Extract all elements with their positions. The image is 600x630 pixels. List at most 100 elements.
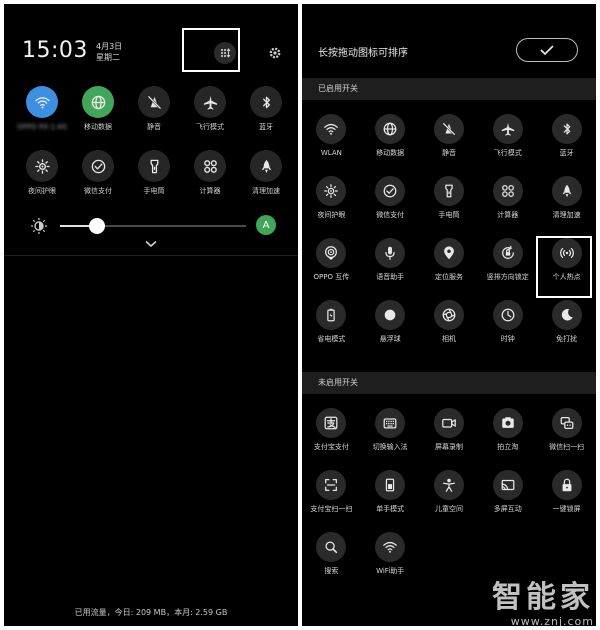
toggle-button[interactable] (316, 408, 347, 438)
toggle-button[interactable] (316, 114, 347, 144)
toggle-button[interactable] (375, 470, 406, 500)
toggle-label: 免打扰 (556, 335, 578, 343)
sortable-toggle-flashlight[interactable]: 手电筒 (420, 176, 479, 238)
sortable-toggle-globe[interactable]: 移动数据 (361, 114, 420, 176)
toggle-button[interactable] (551, 114, 582, 144)
toggle-button[interactable] (316, 238, 347, 268)
quick-toggle-wechat-pay[interactable]: 微信支付 (70, 150, 126, 196)
toggle-button[interactable] (492, 470, 523, 500)
toggle-button[interactable] (375, 532, 406, 562)
toggle-button[interactable] (433, 238, 464, 268)
sortable-toggle-mute[interactable]: 静音 (420, 114, 479, 176)
toggle-button[interactable] (194, 150, 226, 182)
auto-brightness-button[interactable]: A (256, 215, 276, 235)
sortable-toggle-wifi-assist[interactable]: WiFi助手 (361, 532, 420, 594)
toggle-button[interactable] (316, 300, 347, 330)
sortable-toggle-keyboard[interactable]: 切换输入法 (361, 408, 420, 470)
sortable-toggle-alipay[interactable]: 支付宝支付 (302, 408, 361, 470)
sortable-toggle-battery[interactable]: 省电模式 (302, 300, 361, 362)
settings-button[interactable] (266, 44, 284, 62)
done-button[interactable] (516, 38, 578, 62)
toggle-button[interactable] (433, 176, 464, 206)
sortable-toggle-location[interactable]: 定位服务 (420, 238, 479, 300)
toggle-button[interactable] (316, 532, 347, 562)
toggle-button[interactable] (316, 176, 347, 206)
sortable-toggle-rotation-lock[interactable]: 竖排方向锁定 (478, 238, 537, 300)
sortable-toggle-share[interactable]: OPPO 互传 (302, 238, 361, 300)
sortable-toggle-hotspot[interactable]: 个人热点 (537, 238, 596, 300)
toggle-button[interactable] (138, 86, 170, 118)
sort-instructions: 长按拖动图标可排序 (318, 48, 408, 59)
toggle-button[interactable] (375, 114, 406, 144)
lock-icon (559, 477, 575, 493)
toggle-button[interactable] (316, 470, 347, 500)
sortable-toggle-one-hand[interactable]: 单手模式 (361, 470, 420, 532)
sortable-toggle-bluetooth[interactable]: 蓝牙 (537, 114, 596, 176)
toggle-button[interactable] (26, 150, 58, 182)
sortable-toggle-calculator[interactable]: 计算器 (478, 176, 537, 238)
quick-toggle-eye-care[interactable]: 夜间护眼 (14, 150, 70, 196)
toggle-button[interactable] (551, 238, 582, 268)
sortable-toggle-cast[interactable]: 多屏互动 (478, 470, 537, 532)
quick-toggle-flashlight[interactable]: 手电筒 (126, 150, 182, 196)
toggle-button[interactable] (375, 238, 406, 268)
toggle-button[interactable] (492, 408, 523, 438)
toggle-button[interactable] (250, 150, 282, 182)
toggle-button[interactable] (194, 86, 226, 118)
toggle-button[interactable] (492, 114, 523, 144)
toggle-label: 计算器 (199, 187, 221, 195)
brightness-control: A (30, 214, 280, 238)
toggle-label: 时钟 (500, 335, 515, 343)
quick-toggle-airplane[interactable]: 飞行模式 (182, 86, 238, 132)
quick-toggle-calculator[interactable]: 计算器 (182, 150, 238, 196)
quick-toggle-mute[interactable]: 静音 (126, 86, 182, 132)
toggle-button[interactable] (433, 300, 464, 330)
toggle-button[interactable] (375, 176, 406, 206)
toggle-label: 搜索 (324, 567, 339, 575)
sortable-toggle-search[interactable]: 搜索 (302, 532, 361, 594)
quick-toggle-rocket[interactable]: 清理加速 (238, 150, 294, 196)
toggle-label: 省电模式 (317, 335, 346, 343)
toggle-button[interactable] (551, 300, 582, 330)
sortable-toggle-wifi[interactable]: WLAN (302, 114, 361, 176)
toggle-button[interactable] (26, 86, 58, 118)
sortable-toggle-screen-record[interactable]: 屏幕录制 (420, 408, 479, 470)
sortable-toggle-moon[interactable]: 免打扰 (537, 300, 596, 362)
toggle-button[interactable] (375, 300, 406, 330)
toggle-button[interactable] (82, 86, 114, 118)
toggle-label: 微信扫一扫 (549, 443, 585, 451)
toggle-button[interactable] (433, 470, 464, 500)
toggle-button[interactable] (492, 300, 523, 330)
toggle-button[interactable] (375, 408, 406, 438)
quick-toggle-bluetooth[interactable]: 蓝牙 (238, 86, 294, 132)
sortable-toggle-wechat-pay[interactable]: 微信支付 (361, 176, 420, 238)
toggle-button[interactable] (551, 408, 582, 438)
sort-toggles-button[interactable] (214, 42, 236, 64)
toggle-button[interactable] (492, 176, 523, 206)
brightness-slider-thumb[interactable] (89, 218, 106, 234)
sortable-toggle-kid[interactable]: 儿童空间 (420, 470, 479, 532)
toggle-button[interactable] (82, 150, 114, 182)
sortable-toggle-camera[interactable]: 相机 (420, 300, 479, 362)
sortable-toggle-floating-ball[interactable]: 悬浮球 (361, 300, 420, 362)
sortable-toggle-scan[interactable]: 支付宝扫一扫 (302, 470, 361, 532)
sortable-toggle-rocket[interactable]: 清理加速 (537, 176, 596, 238)
toggle-button[interactable] (433, 408, 464, 438)
quick-toggle-wifi[interactable]: OPPO R9 2.4G (14, 86, 70, 132)
sortable-toggle-clock[interactable]: 时钟 (478, 300, 537, 362)
quick-toggle-globe[interactable]: 移动数据 (70, 86, 126, 132)
sortable-toggle-microphone[interactable]: 语音助手 (361, 238, 420, 300)
toggle-button[interactable] (551, 470, 582, 500)
sortable-toggle-wechat-scan[interactable]: 微信扫一扫 (537, 408, 596, 470)
sortable-toggle-airplane[interactable]: 飞行模式 (478, 114, 537, 176)
brightness-slider[interactable] (60, 218, 246, 234)
toggle-button[interactable] (138, 150, 170, 182)
toggle-button[interactable] (433, 114, 464, 144)
toggle-button[interactable] (551, 176, 582, 206)
toggle-button[interactable] (250, 86, 282, 118)
toggle-button[interactable] (492, 238, 523, 268)
chevron-down-icon[interactable] (145, 240, 157, 248)
sortable-toggle-eye-care[interactable]: 夜间护眼 (302, 176, 361, 238)
sortable-toggle-photo-search[interactable]: 拍立淘 (478, 408, 537, 470)
sortable-toggle-lock[interactable]: 一键锁屏 (537, 470, 596, 532)
